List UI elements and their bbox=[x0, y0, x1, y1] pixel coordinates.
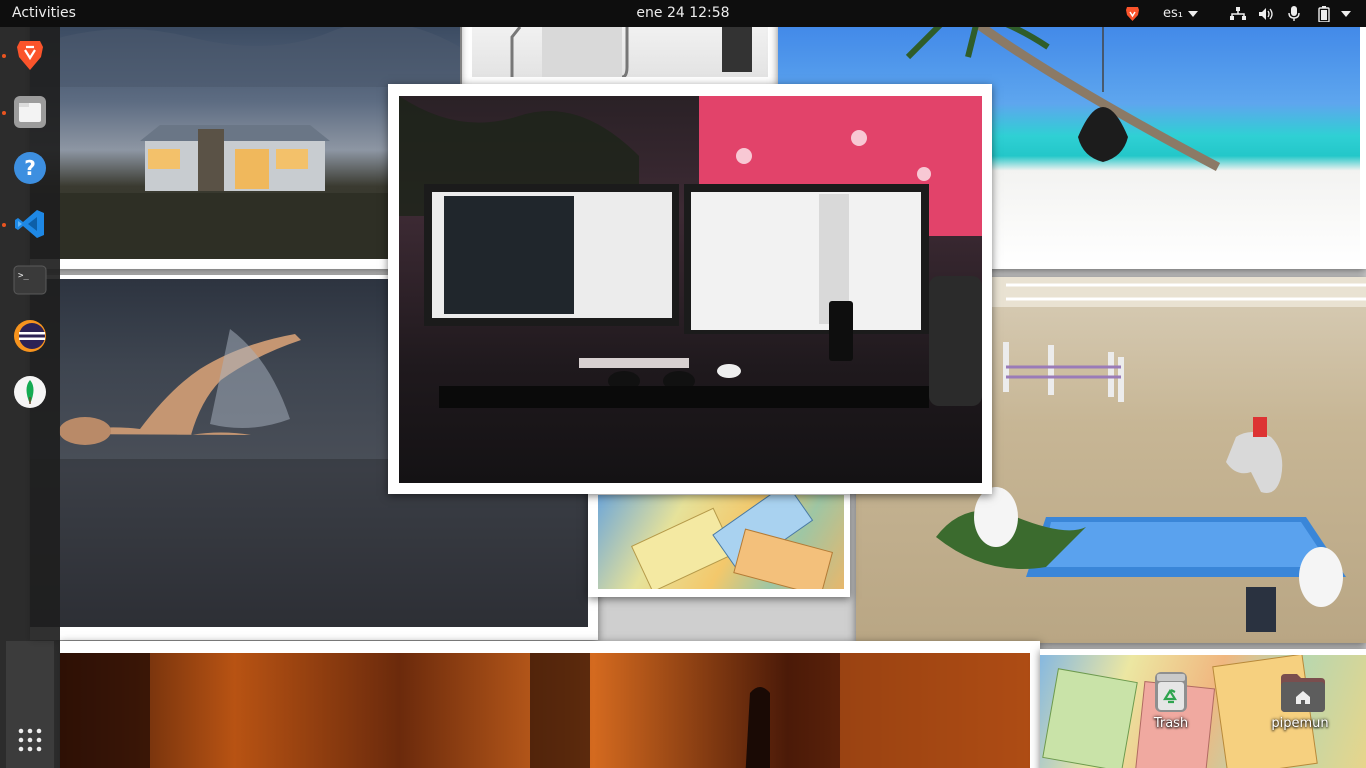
chevron-down-icon bbox=[1187, 10, 1198, 17]
brave-icon[interactable] bbox=[1123, 4, 1141, 23]
clock-datetime[interactable]: ene 24 12:58 bbox=[636, 5, 729, 21]
dock-item-files[interactable] bbox=[8, 90, 52, 134]
help-icon: ? bbox=[14, 152, 46, 184]
desktop-icon-label: Trash bbox=[1153, 716, 1189, 731]
running-indicator bbox=[2, 111, 6, 115]
running-indicator bbox=[2, 223, 6, 227]
svg-text:>_: >_ bbox=[18, 271, 29, 281]
network-icon[interactable] bbox=[1229, 4, 1247, 23]
show-applications-grid-icon[interactable] bbox=[18, 728, 42, 756]
running-indicator bbox=[2, 54, 6, 58]
mongodb-compass-icon bbox=[14, 376, 46, 408]
photo-orange-street-scene bbox=[60, 641, 1040, 768]
battery-icon[interactable] bbox=[1315, 4, 1333, 23]
desktop-icon-home-folder[interactable]: pipemun bbox=[1265, 670, 1335, 731]
photo-euro-banknotes bbox=[588, 487, 850, 597]
keyboard-layout-label: es₁ bbox=[1163, 6, 1183, 21]
vscode-icon bbox=[15, 210, 44, 238]
volume-icon[interactable] bbox=[1257, 4, 1275, 23]
activities-button[interactable]: Activities bbox=[12, 5, 76, 21]
clock-container: ene 24 12:58 bbox=[0, 5, 1366, 21]
keyboard-layout-indicator[interactable]: es₁ bbox=[1163, 4, 1198, 23]
eclipse-icon bbox=[14, 320, 46, 352]
svg-text:?: ? bbox=[24, 156, 36, 180]
dock-item-help[interactable]: ? bbox=[8, 146, 52, 190]
desktop-icon-trash[interactable]: Trash bbox=[1136, 670, 1206, 731]
dock-item-mongodb-compass[interactable] bbox=[8, 370, 52, 414]
desktop-wallpaper bbox=[0, 27, 1366, 768]
top-bar: Activities ene 24 12:58 es₁ bbox=[0, 0, 1366, 27]
photo-statue bbox=[462, 27, 778, 87]
files-folder-icon bbox=[14, 96, 46, 128]
system-menu-chevron-icon[interactable] bbox=[1338, 4, 1354, 23]
dock-item-eclipse[interactable] bbox=[8, 314, 52, 358]
photo-desk-dual-monitors bbox=[388, 84, 992, 494]
trash-icon bbox=[1151, 670, 1191, 714]
dock-item-terminal[interactable]: >_ bbox=[8, 258, 52, 302]
home-folder-icon bbox=[1280, 670, 1325, 714]
dock-item-brave-browser[interactable] bbox=[8, 33, 52, 77]
dock: ? >_ bbox=[0, 27, 60, 768]
dock-item-visual-studio-code[interactable] bbox=[8, 202, 52, 246]
terminal-icon: >_ bbox=[13, 265, 47, 295]
microphone-icon[interactable] bbox=[1285, 4, 1303, 23]
brave-icon bbox=[17, 41, 43, 70]
desktop-icon-label: pipemun bbox=[1271, 716, 1329, 731]
